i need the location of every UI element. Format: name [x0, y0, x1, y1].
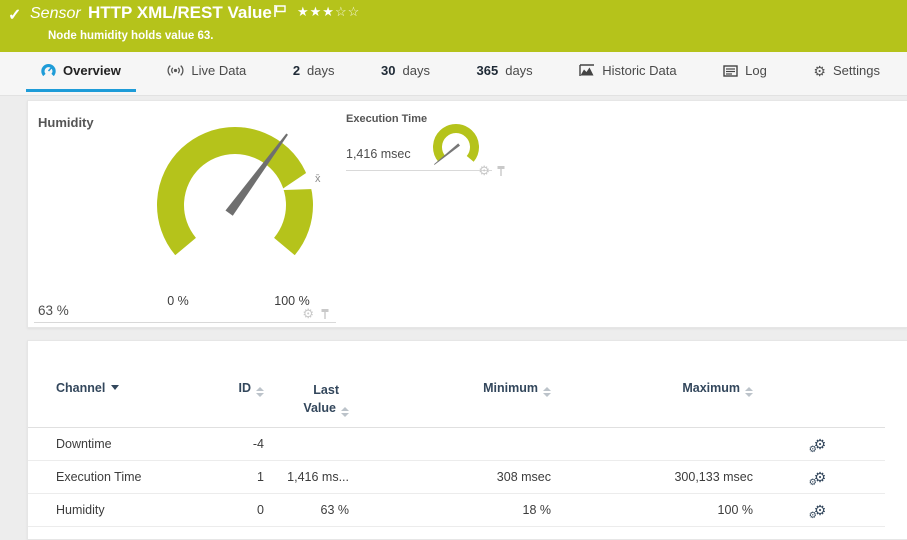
header-label: Value [303, 401, 336, 415]
channel-name: Humidity [28, 503, 236, 517]
pin-icon[interactable] [320, 308, 330, 320]
header-label: ID [239, 381, 252, 395]
humidity-current-value: 63 % [38, 303, 69, 318]
channel-settings-gears-icon[interactable]: ⚙⚙ [814, 437, 827, 452]
tab-label: Settings [833, 63, 880, 78]
tab-number: 365 [477, 63, 499, 78]
tab-historic-data[interactable]: Historic Data [564, 52, 691, 92]
tab-bar: Overview Live Data 2 days 30 days 365 da… [0, 52, 907, 96]
channel-id: 1 [236, 470, 266, 484]
sensor-title: HTTP XML/REST Value [88, 3, 272, 23]
sensor-header-bar: ✓ Sensor HTTP XML/REST Value ★★★☆☆ Node … [0, 0, 907, 52]
tab-label: days [505, 63, 532, 78]
historic-chart-icon [579, 64, 595, 77]
gauge-icon [41, 63, 56, 78]
channels-table: Channel ID Last Value Minimum Maximum Do… [28, 341, 885, 527]
execution-time-current-value: 1,416 msec [346, 147, 411, 161]
gauge-settings-gear-icon[interactable]: ⚙ [478, 164, 490, 177]
object-kind-label: Sensor [30, 5, 81, 23]
tab-2-days[interactable]: 2 days [278, 52, 350, 92]
channel-id: 0 [236, 503, 266, 517]
gear-icon: ⚙ [809, 445, 817, 454]
tab-30-days[interactable]: 30 days [366, 52, 445, 92]
gear-icon: ⚙ [809, 478, 817, 487]
live-signal-icon [167, 64, 184, 77]
channel-minimum: 308 msec [351, 470, 553, 484]
humidity-gauge [34, 109, 336, 323]
sort-arrows-icon [543, 387, 551, 397]
table-row-downtime[interactable]: Downtime -4 ⚙⚙ [28, 428, 885, 461]
tab-label: Historic Data [602, 63, 676, 78]
column-header-id[interactable]: ID [236, 381, 266, 397]
header-label: Channel [56, 381, 105, 395]
channel-settings-gears-icon[interactable]: ⚙⚙ [814, 470, 827, 485]
table-row-humidity[interactable]: Humidity 0 63 % 18 % 100 % ⚙⚙ [28, 494, 885, 527]
sort-arrows-icon [256, 387, 264, 397]
tab-overview[interactable]: Overview [26, 52, 136, 92]
status-ok-check-icon: ✓ [8, 5, 21, 25]
channels-panel: Channel ID Last Value Minimum Maximum Do… [27, 340, 907, 540]
channel-name: Downtime [28, 437, 236, 451]
sensor-status-message: Node humidity holds value 63. [48, 30, 214, 42]
log-icon [723, 65, 738, 77]
tab-label: days [307, 63, 334, 78]
stars-empty: ☆☆ [335, 4, 360, 19]
channel-maximum: 300,133 msec [553, 470, 755, 484]
execution-time-gauge [431, 121, 481, 171]
channels-table-header: Channel ID Last Value Minimum Maximum [28, 381, 885, 428]
stars-filled: ★★★ [297, 4, 335, 19]
column-header-channel[interactable]: Channel [28, 381, 236, 395]
overview-panel: Humidity x̄ 0 % 100 % 63 % ⚙ Execution T… [27, 100, 907, 328]
execution-time-gauge-card: Execution Time 1,416 msec ⚙ [346, 113, 492, 171]
channel-maximum: 100 % [553, 503, 755, 517]
gauge-settings-gear-icon[interactable]: ⚙ [302, 307, 314, 320]
priority-flag-icon[interactable] [273, 4, 288, 25]
column-header-maximum[interactable]: Maximum [553, 381, 755, 397]
tab-label: Live Data [191, 63, 246, 78]
table-row-execution-time[interactable]: Execution Time 1 1,416 ms... 308 msec 30… [28, 461, 885, 494]
sort-arrows-icon [745, 387, 753, 397]
channel-last-value: 63 % [266, 503, 351, 517]
column-header-last-value[interactable]: Last Value [266, 381, 351, 417]
tab-log[interactable]: Log [708, 52, 782, 92]
gauge-average-marker-label: x̄ [315, 173, 321, 185]
channel-settings-gears-icon[interactable]: ⚙⚙ [814, 503, 827, 518]
channel-id: -4 [236, 437, 266, 451]
priority-stars[interactable]: ★★★☆☆ [297, 4, 360, 20]
tab-number: 30 [381, 63, 395, 78]
tab-label: Log [745, 63, 767, 78]
tab-number: 2 [293, 63, 300, 78]
gauge-title: Execution Time [346, 113, 427, 125]
tab-label: Overview [63, 63, 121, 78]
gauge-min-label: 0 % [158, 294, 198, 308]
pin-icon[interactable] [496, 165, 506, 177]
tab-settings[interactable]: ⚙ Settings [798, 52, 895, 92]
gear-icon: ⚙ [809, 511, 817, 520]
header-label: Last [313, 383, 339, 397]
channel-minimum: 18 % [351, 503, 553, 517]
gear-icon: ⚙ [813, 64, 826, 78]
channel-name: Execution Time [28, 470, 236, 484]
tab-live-data[interactable]: Live Data [152, 52, 261, 92]
humidity-gauge-card: Humidity x̄ 0 % 100 % 63 % ⚙ [34, 109, 336, 323]
channel-last-value: 1,416 ms... [266, 470, 351, 484]
column-header-minimum[interactable]: Minimum [351, 381, 553, 397]
tab-365-days[interactable]: 365 days [462, 52, 548, 92]
tab-label: days [403, 63, 430, 78]
header-label: Minimum [483, 381, 538, 395]
header-label: Maximum [682, 381, 740, 395]
sort-arrows-icon [341, 407, 349, 417]
sort-caret-icon [111, 385, 119, 390]
